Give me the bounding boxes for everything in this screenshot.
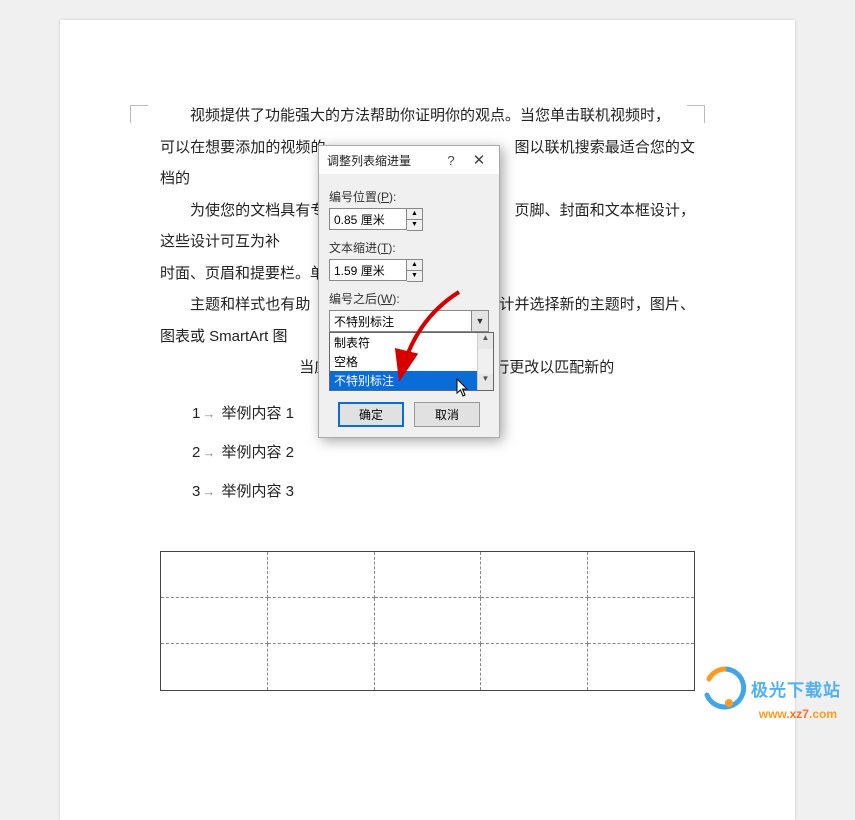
cell[interactable]	[481, 597, 588, 643]
text-indent-spinner[interactable]: ▲ ▼	[329, 259, 489, 282]
cell[interactable]	[481, 644, 588, 690]
cell[interactable]	[267, 597, 374, 643]
watermark-logo: 极光下载站	[701, 665, 841, 711]
cell[interactable]	[161, 644, 268, 690]
list-item: 3→ 举例内容 3	[192, 480, 695, 501]
chevron-down-icon[interactable]: ▼	[471, 311, 488, 331]
spin-down-icon[interactable]: ▼	[407, 220, 422, 230]
help-button[interactable]: ?	[437, 153, 465, 168]
number-position-label: 编号位置(P):	[329, 188, 489, 205]
combobox-value: 不特别标注	[330, 313, 471, 330]
close-button[interactable]: ✕	[465, 151, 493, 169]
swirl-icon	[701, 665, 747, 711]
dropdown-option-space[interactable]: 空格	[330, 352, 493, 371]
dropdown-scrollbar[interactable]: ▲ ▼	[477, 333, 493, 390]
after-number-combobox[interactable]: 不特别标注 ▼	[329, 310, 489, 332]
tab-arrow-glyph: →	[202, 406, 215, 421]
list-item: 2→ 举例内容 2	[192, 441, 695, 462]
watermark-url: www.www.xz7.comxz7.com	[759, 707, 837, 721]
empty-table[interactable]	[160, 551, 695, 691]
tab-arrow-glyph: →	[202, 484, 215, 499]
after-number-label: 编号之后(W):	[329, 290, 489, 307]
cell[interactable]	[481, 551, 588, 597]
dialog-title: 调整列表缩进量	[327, 152, 437, 169]
crop-mark	[687, 105, 705, 123]
cell[interactable]	[267, 644, 374, 690]
cell[interactable]	[374, 597, 481, 643]
spin-up-icon[interactable]: ▲	[407, 260, 422, 271]
text-indent-label: 文本缩进(T):	[329, 239, 489, 256]
scroll-up-icon[interactable]: ▲	[478, 333, 493, 349]
dropdown-option-tab[interactable]: 制表符	[330, 333, 493, 352]
adjust-list-indent-dialog: 调整列表缩进量 ? ✕ 编号位置(P): ▲ ▼ 文本缩进(T): ▲ ▼ 编号…	[318, 145, 500, 438]
mouse-cursor-icon	[456, 378, 470, 398]
ok-button[interactable]: 确定	[338, 402, 404, 427]
crop-mark	[130, 105, 148, 123]
cell[interactable]	[374, 644, 481, 690]
scroll-down-icon[interactable]: ▼	[478, 374, 493, 390]
cell[interactable]	[161, 597, 268, 643]
number-position-spinner[interactable]: ▲ ▼	[329, 208, 489, 231]
cancel-button[interactable]: 取消	[414, 402, 480, 427]
body-paragraph: 视频提供了功能强大的方法帮助你证明你的观点。当您单击联机视频时，	[160, 100, 695, 132]
cell[interactable]	[588, 551, 695, 597]
cell[interactable]	[374, 551, 481, 597]
cell[interactable]	[588, 597, 695, 643]
tab-arrow-glyph: →	[202, 445, 215, 460]
cell[interactable]	[588, 644, 695, 690]
cell[interactable]	[267, 551, 374, 597]
text-indent-input[interactable]	[329, 259, 407, 281]
dialog-title-bar[interactable]: 调整列表缩进量 ? ✕	[319, 146, 499, 174]
spin-down-icon[interactable]: ▼	[407, 271, 422, 281]
spin-up-icon[interactable]: ▲	[407, 209, 422, 220]
cell[interactable]	[161, 551, 268, 597]
number-position-input[interactable]	[329, 208, 407, 230]
watermark-brand: 极光下载站	[751, 676, 841, 701]
